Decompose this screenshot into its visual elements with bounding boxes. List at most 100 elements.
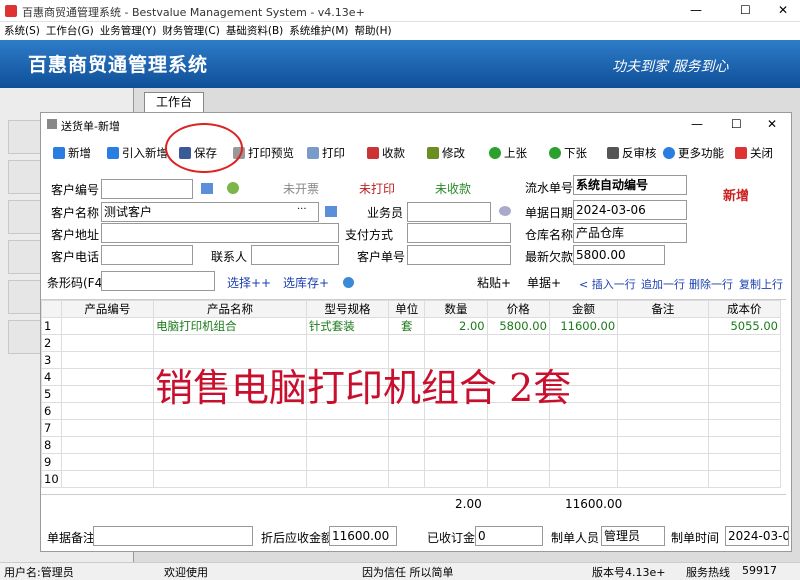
nav-button-3[interactable] bbox=[8, 200, 44, 234]
menu-system[interactable]: 系统(S) bbox=[4, 22, 40, 40]
nav-button-5[interactable] bbox=[8, 280, 44, 314]
close-dialog-button[interactable]: 关闭 bbox=[735, 141, 773, 165]
stock-link[interactable]: 选库存+ bbox=[283, 274, 329, 291]
discount-field[interactable]: 11600.00 bbox=[329, 526, 397, 546]
status-print: 未打印 bbox=[359, 182, 396, 196]
append-row-link[interactable]: 追加一行 bbox=[641, 276, 685, 292]
document-icon bbox=[607, 147, 619, 159]
menu-help[interactable]: 帮助(H) bbox=[355, 22, 392, 40]
remark-field[interactable] bbox=[93, 526, 253, 546]
barcode-field[interactable] bbox=[101, 271, 215, 291]
flow-no-field[interactable]: 系统自动编号 bbox=[573, 175, 687, 195]
new-button[interactable]: 新增 bbox=[53, 141, 91, 165]
cloud-icon[interactable] bbox=[499, 206, 511, 216]
status-bar: 用户名:管理员 欢迎使用 因为信任 所以简单 版本号4.13e+ 服务热线 59… bbox=[0, 562, 800, 579]
salesman-label: 业务员 bbox=[367, 206, 404, 220]
address-field[interactable] bbox=[101, 223, 339, 243]
import-new-button[interactable]: 引入新增 bbox=[107, 141, 168, 165]
address-label: 客户地址 bbox=[51, 228, 100, 242]
total-amount: 11600.00 bbox=[565, 497, 623, 511]
more-dots-button[interactable]: ··· bbox=[297, 204, 307, 215]
dialog-close-button[interactable]: ✕ bbox=[767, 117, 777, 131]
contact-label: 联系人 bbox=[211, 250, 248, 264]
next-button[interactable]: 下张 bbox=[549, 141, 587, 165]
globe-icon[interactable] bbox=[343, 277, 354, 288]
customer-name-field[interactable]: 测试客户 bbox=[101, 202, 319, 222]
insert-row-link[interactable]: < 插入一行 bbox=[579, 276, 636, 292]
pay-label: 支付方式 bbox=[345, 228, 394, 242]
highlight-circle bbox=[165, 123, 243, 173]
table-row[interactable]: 9 bbox=[41, 453, 782, 471]
dialog-title: 送货单-新增 bbox=[61, 120, 120, 133]
nav-button-4[interactable] bbox=[8, 240, 44, 274]
exit-icon bbox=[735, 147, 747, 159]
col-index bbox=[41, 300, 62, 318]
arrow-down-icon bbox=[549, 147, 561, 159]
doc-date-label: 单据日期 bbox=[525, 206, 574, 220]
more-button[interactable]: 更多功能 bbox=[663, 141, 724, 165]
delete-row-link[interactable]: 删除一行 bbox=[689, 276, 733, 292]
tab-workbench[interactable]: 工作台 bbox=[144, 92, 204, 112]
paste-button[interactable]: 粘贴+ bbox=[477, 274, 511, 291]
menu-business[interactable]: 业务管理(Y) bbox=[100, 22, 157, 40]
table-row[interactable]: 10 bbox=[41, 470, 782, 488]
cust-doc-field[interactable] bbox=[407, 245, 511, 265]
menu-finance[interactable]: 财务管理(C) bbox=[162, 22, 220, 40]
table-row[interactable]: 1 电脑打印机组合 针式套装 套 2.00 5800.00 11600.00 5… bbox=[41, 317, 782, 335]
menu-bar: 系统(S) 工作台(G) 业务管理(Y) 财务管理(C) 基础资料(B) 系统维护(M) 帮… bbox=[0, 22, 800, 40]
deposit-field[interactable]: 0 bbox=[475, 526, 543, 546]
nav-button-2[interactable] bbox=[8, 160, 44, 194]
menu-base-data[interactable]: 基础资料(B) bbox=[226, 22, 283, 40]
nav-button-6[interactable] bbox=[8, 320, 44, 354]
table-row[interactable]: 7 bbox=[41, 419, 782, 437]
col-price: 价格 bbox=[486, 300, 550, 318]
customer-no-field[interactable] bbox=[101, 179, 193, 199]
debt-field: 5800.00 bbox=[573, 245, 665, 265]
doc-date-field[interactable]: 2024-03-06 bbox=[573, 200, 687, 220]
minimize-button[interactable]: — bbox=[690, 3, 702, 17]
prev-button[interactable]: 上张 bbox=[489, 141, 527, 165]
copy-row-link[interactable]: 复制上行 bbox=[739, 276, 783, 292]
banner-title: 百惠商贸通管理系统 bbox=[28, 54, 209, 76]
table-row[interactable]: 2 bbox=[41, 334, 782, 352]
search-icon[interactable] bbox=[201, 183, 213, 194]
time-label: 制单时间 bbox=[671, 531, 720, 545]
warehouse-label: 仓库名称 bbox=[525, 228, 574, 242]
total-qty: 2.00 bbox=[455, 497, 482, 511]
banner-slogan: 功夫到家 服务到心 bbox=[612, 59, 729, 75]
dialog-maximize-button[interactable]: ☐ bbox=[731, 117, 742, 131]
salesman-select[interactable] bbox=[407, 202, 491, 222]
banner: 百惠商贸通管理系统 功夫到家 服务到心 bbox=[0, 40, 800, 88]
maximize-button[interactable]: ☐ bbox=[740, 3, 751, 17]
app-icon bbox=[5, 5, 17, 17]
table-row[interactable]: 8 bbox=[41, 436, 782, 454]
menu-workbench[interactable]: 工作台(G) bbox=[46, 22, 94, 40]
dialog-icon bbox=[47, 119, 57, 129]
dialog-minimize-button[interactable]: — bbox=[691, 117, 703, 131]
coins-icon bbox=[367, 147, 379, 159]
edit-button[interactable]: 修改 bbox=[427, 141, 465, 165]
totals-row: 2.00 11600.00 bbox=[41, 494, 786, 511]
phone-field[interactable] bbox=[101, 245, 193, 265]
collect-button[interactable]: 收款 bbox=[367, 141, 405, 165]
search-icon[interactable] bbox=[325, 206, 337, 217]
contact-field[interactable] bbox=[251, 245, 339, 265]
unapprove-button[interactable]: 反审核 bbox=[607, 141, 657, 165]
select-link[interactable]: 选择++ bbox=[227, 274, 271, 291]
nav-button-1[interactable] bbox=[8, 120, 44, 154]
print-button[interactable]: 打印 bbox=[307, 141, 345, 165]
close-button[interactable]: ✕ bbox=[778, 3, 788, 17]
doc-button[interactable]: 单据+ bbox=[527, 274, 561, 291]
refresh-icon[interactable] bbox=[227, 182, 239, 194]
menu-maintenance[interactable]: 系统维护(M) bbox=[289, 22, 348, 40]
plus-icon bbox=[53, 147, 65, 159]
window-title: 百惠商贸通管理系统 - Bestvalue Management System … bbox=[22, 6, 365, 19]
status-number: 59917 bbox=[742, 564, 777, 577]
warehouse-select[interactable]: 产品仓库 bbox=[573, 223, 687, 243]
status-collect: 未收款 bbox=[435, 182, 472, 196]
col-unit: 单位 bbox=[388, 300, 426, 318]
discount-label: 折后应收金额 bbox=[261, 531, 334, 545]
pay-select[interactable] bbox=[407, 223, 511, 243]
status-invoice: 未开票 bbox=[283, 182, 320, 196]
customer-no-label: 客户编号 bbox=[51, 183, 100, 197]
